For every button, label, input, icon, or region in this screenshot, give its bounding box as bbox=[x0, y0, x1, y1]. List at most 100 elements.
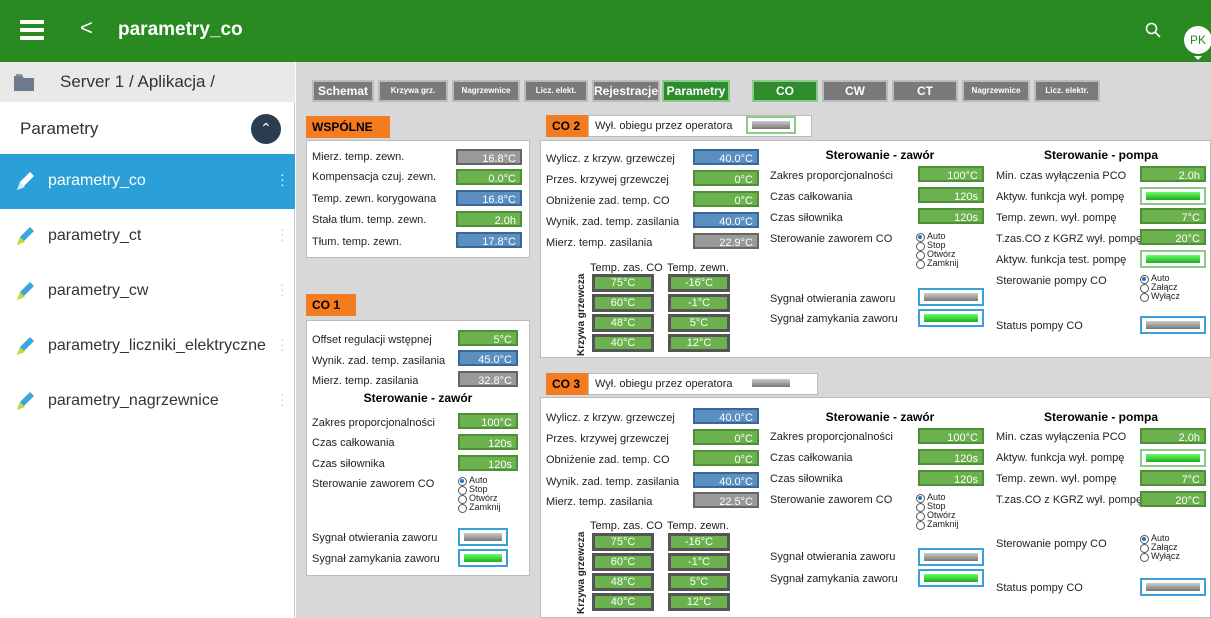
folder-icon bbox=[14, 74, 34, 91]
radio-wylacz[interactable]: Wyłącz bbox=[1140, 292, 1180, 302]
param-value[interactable]: 100°C bbox=[918, 428, 984, 444]
curve-value[interactable]: -1°C bbox=[668, 553, 730, 571]
valve-mode-radio[interactable]: Auto Stop Otwórz Zamknij bbox=[916, 232, 959, 269]
param-label: Wynik. zad. temp. zasilania bbox=[312, 355, 446, 367]
valve-mode-radio[interactable]: Auto Stop Otwórz Zamknij bbox=[916, 493, 959, 530]
radio-wylacz[interactable]: Wyłącz bbox=[1140, 552, 1180, 562]
tab-ct[interactable]: CT bbox=[892, 80, 958, 102]
radio-zamknij[interactable]: Zamknij bbox=[916, 520, 959, 530]
param-value[interactable]: 2.0h bbox=[456, 211, 522, 227]
avatar[interactable]: PK bbox=[1184, 26, 1211, 60]
curve-value[interactable]: -16°C bbox=[668, 274, 730, 292]
param-value[interactable]: 7°C bbox=[1140, 208, 1206, 224]
param-value[interactable]: 120s bbox=[918, 208, 984, 224]
param-value[interactable]: 20°C bbox=[1140, 229, 1206, 245]
tab-parametry[interactable]: Parametry bbox=[662, 80, 730, 102]
curve-value[interactable]: 5°C bbox=[668, 314, 730, 332]
pencil-icon bbox=[17, 227, 34, 245]
sidebar-item-label: parametry_ct bbox=[48, 227, 142, 244]
section-header[interactable]: Parametry ⌃ bbox=[0, 102, 295, 154]
param-value[interactable]: 5°C bbox=[458, 330, 518, 346]
param-label: Temp. zewn. wył. pompę bbox=[996, 473, 1117, 485]
more-icon[interactable]: · · · bbox=[280, 332, 285, 356]
param-label: Aktyw. funkcja wył. pompę bbox=[996, 191, 1125, 203]
tab-nagrzewnice[interactable]: Nagrzewnice bbox=[452, 80, 520, 102]
param-value[interactable]: 0°C bbox=[693, 429, 759, 445]
param-value[interactable]: 20°C bbox=[1140, 491, 1206, 507]
param-value[interactable]: 120s bbox=[458, 434, 518, 450]
curve-value[interactable]: -16°C bbox=[668, 533, 730, 551]
tab-co[interactable]: CO bbox=[752, 80, 818, 102]
bypass-toggle[interactable] bbox=[746, 116, 796, 134]
more-icon[interactable]: · · · bbox=[280, 277, 285, 301]
tab-krzywa[interactable]: Krzywa grz. bbox=[378, 80, 448, 102]
curve-value[interactable]: 48°C bbox=[592, 573, 654, 591]
param-value[interactable]: 2.0h bbox=[1140, 428, 1206, 444]
pump-off-function-toggle[interactable] bbox=[1140, 449, 1206, 467]
curve-value[interactable]: 75°C bbox=[592, 533, 654, 551]
param-label: Sygnał zamykania zaworu bbox=[312, 553, 440, 565]
param-value[interactable]: 100°C bbox=[918, 166, 984, 182]
sidebar-item-parametry-ct[interactable]: parametry_ct · · · bbox=[0, 209, 295, 264]
tab-cw[interactable]: CW bbox=[822, 80, 888, 102]
pump-test-function-toggle[interactable] bbox=[1140, 250, 1206, 268]
curve-label: Krzywa grzewcza bbox=[576, 273, 587, 356]
tab-licz-elektr[interactable]: Licz. elektr. bbox=[1034, 80, 1100, 102]
curve-value[interactable]: 12°C bbox=[668, 593, 730, 611]
sidebar-item-label: parametry_liczniki_elektryczne bbox=[48, 337, 266, 354]
sidebar-item-parametry-liczniki[interactable]: parametry_liczniki_elektryczne · · · bbox=[0, 319, 295, 374]
param-value[interactable]: 2.0h bbox=[1140, 166, 1206, 182]
tab-nagrzewnice-2[interactable]: Nagrzewnice bbox=[962, 80, 1030, 102]
curve-value[interactable]: 48°C bbox=[592, 314, 654, 332]
curve-value[interactable]: 75°C bbox=[592, 274, 654, 292]
valve-mode-radio[interactable]: Auto Stop Otwórz Zamknij bbox=[458, 476, 501, 513]
more-icon[interactable]: · · · bbox=[280, 167, 285, 191]
radio-zamknij[interactable]: Zamknij bbox=[458, 503, 501, 513]
param-label: Wylicz. z krzyw. grzewczej bbox=[546, 153, 675, 165]
bypass-toggle[interactable] bbox=[746, 374, 796, 392]
search-icon[interactable] bbox=[1145, 22, 1161, 38]
pump-status-indicator bbox=[1140, 578, 1206, 596]
server-breadcrumb[interactable]: Server 1 / Aplikacja / bbox=[0, 62, 295, 102]
pump-mode-radio[interactable]: Auto Załącz Wyłącz bbox=[1140, 534, 1180, 562]
curve-value[interactable]: 40°C bbox=[592, 334, 654, 352]
tab-rejestracje[interactable]: Rejestracje bbox=[592, 80, 660, 102]
panel-title: CO 3 bbox=[546, 373, 588, 395]
curve-value[interactable]: 12°C bbox=[668, 334, 730, 352]
param-value[interactable]: 0°C bbox=[693, 191, 759, 207]
chevron-up-icon[interactable]: ⌃ bbox=[251, 114, 281, 144]
param-value[interactable]: 120s bbox=[918, 470, 984, 486]
param-value[interactable]: 100°C bbox=[458, 413, 518, 429]
param-value: 40.0°C bbox=[693, 472, 759, 488]
more-icon[interactable]: · · · bbox=[280, 387, 285, 411]
param-value[interactable]: 0°C bbox=[693, 170, 759, 186]
curve-value[interactable]: 60°C bbox=[592, 553, 654, 571]
param-label: Obniżenie zad. temp. CO bbox=[546, 195, 670, 207]
curve-value[interactable]: 40°C bbox=[592, 593, 654, 611]
more-icon[interactable]: · · · bbox=[280, 222, 285, 246]
tab-licz-elekt[interactable]: Licz. elekt. bbox=[524, 80, 588, 102]
param-value[interactable]: 0.0°C bbox=[456, 169, 522, 185]
pump-mode-radio[interactable]: Auto Załącz Wyłącz bbox=[1140, 274, 1180, 302]
sidebar-item-parametry-cw[interactable]: parametry_cw · · · bbox=[0, 264, 295, 319]
param-value[interactable]: 7°C bbox=[1140, 470, 1206, 486]
param-value[interactable]: 120s bbox=[918, 187, 984, 203]
param-value[interactable]: 0°C bbox=[693, 450, 759, 466]
pump-off-function-toggle[interactable] bbox=[1140, 187, 1206, 205]
param-value[interactable]: 120s bbox=[918, 449, 984, 465]
sidebar-item-parametry-co[interactable]: parametry_co · · · bbox=[0, 154, 295, 209]
panel-title: CO 1 bbox=[306, 294, 356, 316]
curve-value[interactable]: 5°C bbox=[668, 573, 730, 591]
tab-schemat[interactable]: Schemat bbox=[312, 80, 374, 102]
sidebar-item-label: parametry_co bbox=[48, 172, 146, 189]
curve-value[interactable]: -1°C bbox=[668, 294, 730, 312]
param-value[interactable]: 120s bbox=[458, 455, 518, 471]
back-button[interactable]: < bbox=[80, 14, 93, 42]
sidebar-item-parametry-nagrzewnice[interactable]: parametry_nagrzewnice · · · bbox=[0, 374, 295, 429]
radio-zamknij[interactable]: Zamknij bbox=[916, 259, 959, 269]
param-label: Stała tłum. temp. zewn. bbox=[312, 214, 427, 226]
curve-value[interactable]: 60°C bbox=[592, 294, 654, 312]
menu-icon[interactable] bbox=[20, 20, 44, 40]
server-path: Server 1 / Aplikacja / bbox=[60, 72, 215, 91]
param-label: Temp. zewn. korygowana bbox=[312, 193, 437, 205]
